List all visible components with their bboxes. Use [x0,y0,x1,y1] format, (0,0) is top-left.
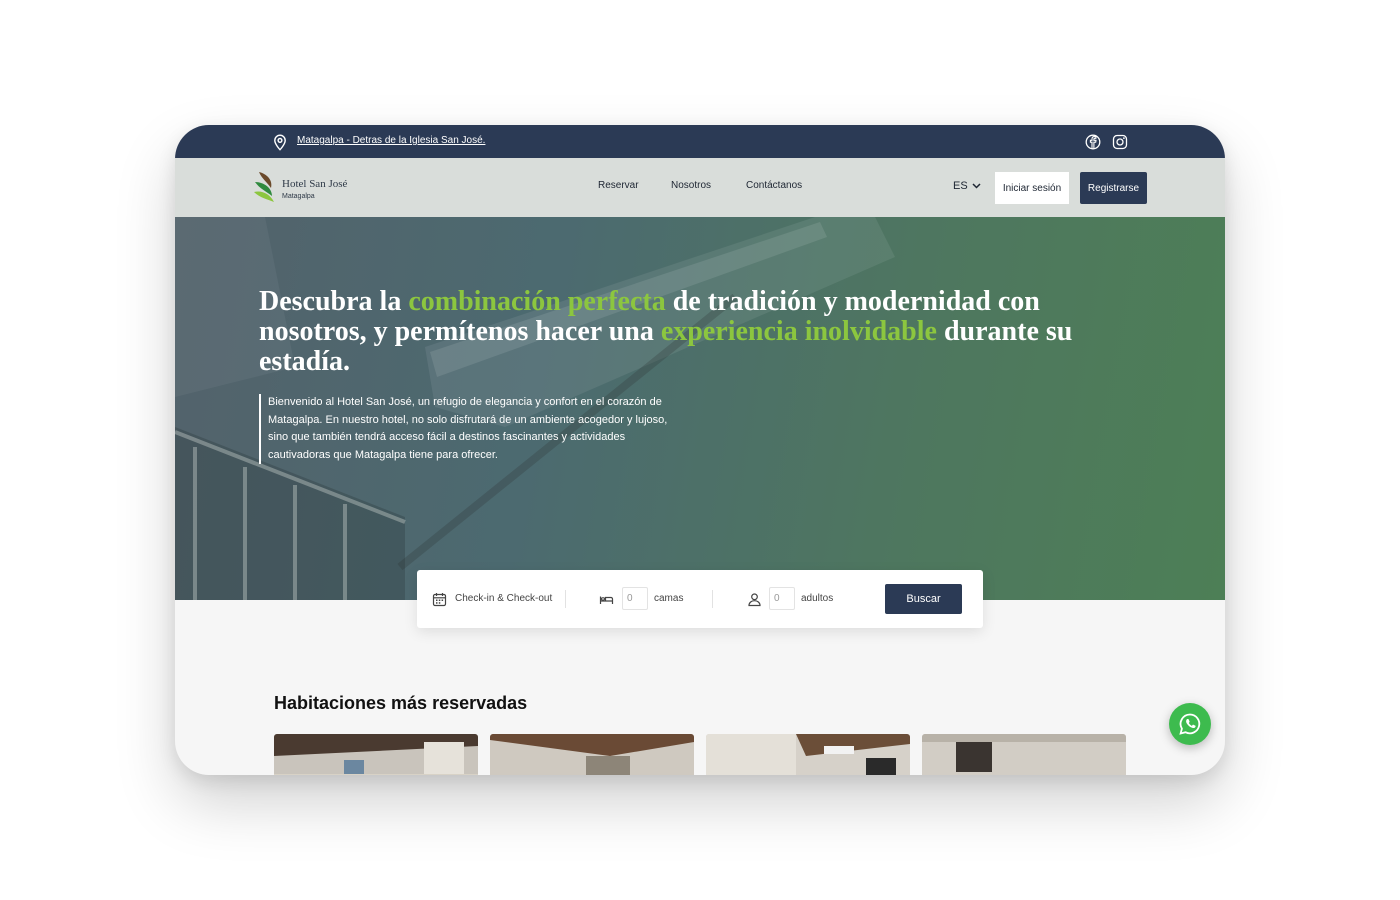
room-card[interactable] [274,734,478,775]
main-navbar: Hotel San José Matagalpa Reservar Nosotr… [175,158,1225,217]
nav-link-contactanos[interactable]: Contáctanos [746,180,802,191]
room-card[interactable] [922,734,1126,775]
checkin-checkout-picker[interactable]: Check-in & Check-out [455,593,552,604]
hotel-logo[interactable]: Hotel San José Matagalpa [253,170,353,206]
brand-subtitle: Matagalpa [282,193,315,200]
register-button[interactable]: Registrarse [1080,172,1147,204]
room-card[interactable] [490,734,694,775]
whatsapp-button[interactable] [1169,703,1211,745]
instagram-icon[interactable] [1112,134,1128,150]
calendar-icon [432,593,447,607]
hero-heading-highlight-1: combinación perfecta [408,286,666,317]
divider [712,590,713,608]
room-photo [490,734,694,775]
language-selector[interactable]: ES [953,180,981,192]
search-button[interactable]: Buscar [885,584,962,614]
adults-input[interactable] [769,587,795,610]
language-label: ES [953,180,968,192]
nav-link-nosotros[interactable]: Nosotros [671,180,711,191]
room-photo [706,734,910,775]
location-link[interactable]: Matagalpa - Detras de la Iglesia San Jos… [297,135,485,146]
chevron-down-icon [972,183,981,189]
room-card[interactable] [706,734,910,775]
bed-icon [599,596,614,604]
facebook-icon[interactable] [1085,134,1101,150]
brand-name: Hotel San José [282,178,348,190]
nav-link-reservar[interactable]: Reservar [598,180,639,191]
hero-heading-part-1: Descubra la [259,286,409,317]
hero-heading: Descubra la combinación perfecta de trad… [259,287,1139,377]
whatsapp-icon [1179,713,1201,735]
rooms-section-title: Habitaciones más reservadas [274,693,528,713]
leaf-logo-icon [254,172,274,202]
top-info-bar: Matagalpa - Detras de la Iglesia San Jos… [175,125,1225,158]
login-button[interactable]: Iniciar sesión [995,172,1069,204]
beds-label: camas [654,593,684,604]
user-icon [748,593,761,607]
location-pin-icon [274,134,286,151]
hero-heading-highlight-2: experiencia inolvidable [660,316,937,347]
adults-label: adultos [801,593,834,604]
booking-search-box: Check-in & Check-out camas adultos Busca… [417,570,983,628]
hero-description: Bienvenido al Hotel San José, un refugio… [259,394,669,465]
room-photo [274,734,478,775]
room-photo [922,734,1126,775]
hero-section: Descubra la combinación perfecta de trad… [175,217,1225,600]
divider [565,590,566,608]
browser-frame: Matagalpa - Detras de la Iglesia San Jos… [175,125,1225,775]
beds-input[interactable] [622,587,648,610]
